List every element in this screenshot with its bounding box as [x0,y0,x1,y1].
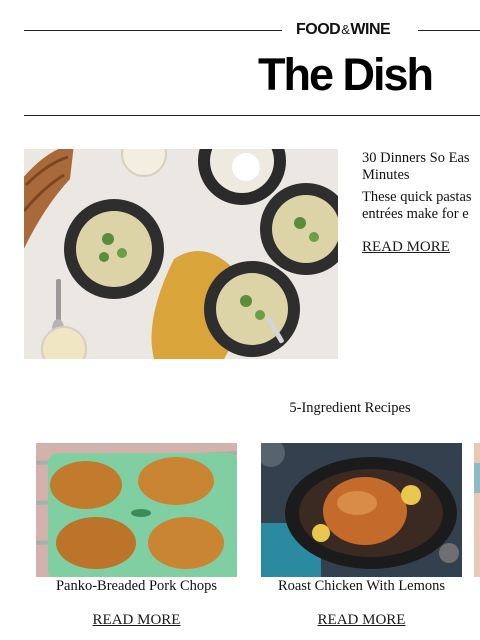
header-divider [24,115,480,116]
hero-description-line2: entrées make for e [362,206,469,222]
recipe-card-roast-chicken: Roast Chicken With Lemons READ MORE [261,443,462,629]
recipe-title-roast-chicken[interactable]: Roast Chicken With Lemons [261,578,462,595]
hero-title-line1[interactable]: 30 Dinners So Eas [362,150,480,167]
logo-wine-text: WINE [350,21,391,38]
header-rule-left [24,30,282,31]
recipe-title-pork-chops[interactable]: Panko-Breaded Pork Chops [36,578,237,595]
hero-image-soup-bowls[interactable] [24,149,338,359]
hero-title-line2[interactable]: Minutes [362,167,480,184]
recipe-card-pork-chops: Panko-Breaded Pork Chops READ MORE [36,443,237,629]
recipe-read-more-link[interactable]: READ MORE [93,612,181,629]
food-wine-logo[interactable]: FOOD&WINE [296,21,391,39]
recipe-card-partial [474,443,480,600]
hero-read-more-link[interactable]: READ MORE [362,239,450,256]
recipe-image-pork-chops[interactable] [36,443,237,577]
hero-article: 30 Dinners So Eas Minutes These quick pa… [362,149,480,256]
recipe-read-more-link[interactable]: READ MORE [318,612,406,629]
logo-amp-text: & [341,22,350,37]
newsletter-title: The Dish [258,49,434,100]
section-title: 5-Ingredient Recipes [289,400,411,416]
logo-food-text: FOOD [296,21,341,38]
recipe-image-partial[interactable] [474,443,480,577]
header-rule-right [418,30,480,31]
recipe-image-roast-chicken[interactable] [261,443,462,577]
hero-description-line1: These quick pastas [362,189,472,205]
